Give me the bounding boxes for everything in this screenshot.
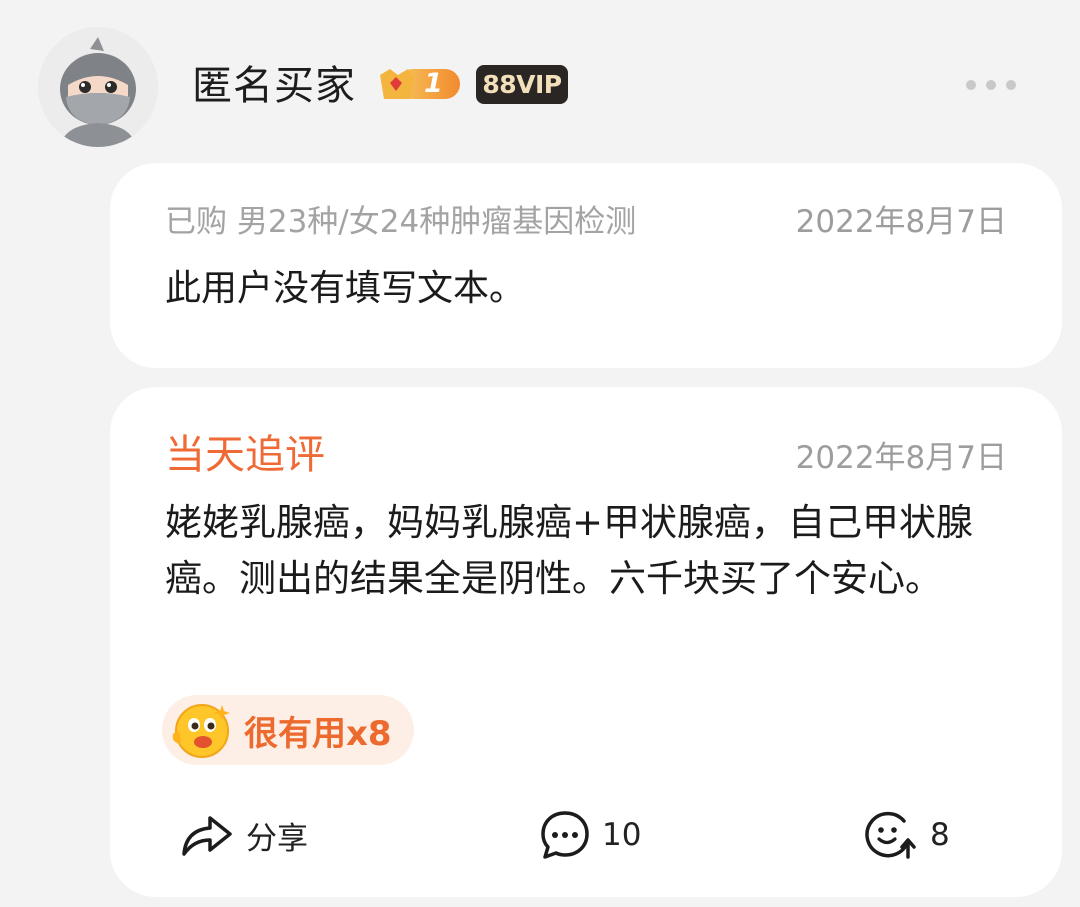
review-card: 已购 男23种/女24种肿瘤基因检测 2022年8月7日 此用户没有填写文本。 [110,163,1062,368]
purchase-info[interactable]: 已购 男23种/女24种肿瘤基因检测 [165,200,636,244]
smiley-up-icon [865,811,916,859]
comment-count: 10 [602,817,642,853]
more-dot-icon [966,80,976,90]
review-date: 2022年8月7日 [795,204,1007,240]
crown-level-icon [380,69,460,99]
ninja-avatar-icon [38,27,158,147]
useful-chip[interactable]: 很有用x8 [162,695,414,765]
like-count: 8 [930,817,950,853]
like-button[interactable]: 8 [864,805,950,865]
level-number: 1 [424,68,443,99]
comment-bubble-icon [541,811,589,859]
followup-date: 2022年8月7日 [795,440,1007,476]
share-arrow-icon [182,816,232,856]
followup-text: 姥姥乳腺癌，妈妈乳腺癌+甲状腺癌，自己甲状腺癌。测出的结果全是阴性。六千块买了个… [165,501,974,600]
review-text: 此用户没有填写文本。 [165,268,526,309]
review-meta: 已购 男23种/女24种肿瘤基因检测 2022年8月7日 [165,200,1007,244]
vip-badge: 88VIP [476,65,568,104]
more-dot-icon [986,80,996,90]
username: 匿名买家 [192,63,356,109]
followup-card: 当天追评 2022年8月7日 姥姥乳腺癌，妈妈乳腺癌+甲状腺癌，自己甲状腺癌。测… [110,387,1062,897]
avatar[interactable] [38,27,158,147]
more-options-button[interactable] [966,78,1016,92]
share-label: 分享 [246,820,308,857]
more-dot-icon [1006,80,1016,90]
useful-label: 很有用x8 [244,713,392,754]
level-badge: 1 [376,65,462,103]
share-button[interactable]: 分享 [180,805,308,865]
followup-label: 当天追评 [165,432,325,478]
followup-meta: 当天追评 2022年8月7日 [165,429,1007,481]
smiley-emoji-icon [172,704,230,758]
comment-button[interactable]: 10 [540,805,641,865]
